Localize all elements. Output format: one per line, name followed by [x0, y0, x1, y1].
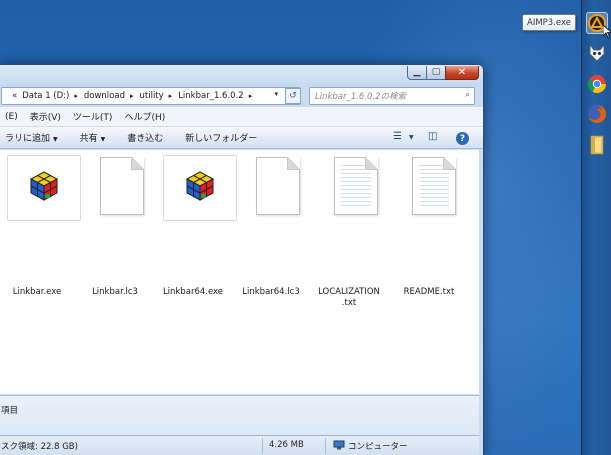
menu-edit[interactable]: (E) [5, 112, 18, 122]
menu-view[interactable]: 表示(V) [30, 110, 61, 123]
view-dropdown-icon[interactable]: ▼ [409, 134, 414, 141]
share-label: 共有 [79, 134, 98, 144]
file-label[interactable]: LOCALIZATION .txt [313, 287, 385, 309]
file-item-linkbar64-lc3[interactable] [241, 155, 315, 265]
file-list[interactable]: Linkbar.exe Linkbar.lc3 Linkbar64.exe Li… [0, 150, 479, 394]
status-size: 4.26 MB [269, 440, 304, 450]
linkbar-item-chrome[interactable] [586, 73, 608, 95]
burn-button[interactable]: 書き込む [127, 131, 163, 144]
search-input[interactable]: Linkbar_1.6.0.2の検索 ⌕ [309, 87, 475, 105]
file-item-linkbar64-exe[interactable] [163, 155, 237, 221]
file-item-readme-txt[interactable] [397, 155, 471, 265]
chevron-right-icon[interactable]: ▸ [249, 92, 253, 100]
text-file-icon [334, 157, 378, 215]
file-label[interactable]: Linkbar64.lc3 [237, 287, 305, 298]
tooltip: AIMP3.exe [522, 14, 576, 31]
file-item-localization-txt[interactable] [319, 155, 393, 265]
rubiks-cube-icon [185, 171, 215, 201]
linkbar-panel [581, 0, 611, 455]
chevron-down-icon: ▼ [53, 136, 58, 143]
file-item-linkbar-exe[interactable] [7, 155, 81, 221]
linkbar-item-firefox[interactable] [586, 103, 608, 125]
tooltip-text: AIMP3.exe [527, 17, 571, 28]
file-label[interactable]: Linkbar64.exe [159, 287, 227, 298]
menu-help[interactable]: ヘルプ(H) [124, 110, 165, 123]
view-options-icon[interactable]: ☰ [393, 131, 402, 142]
refresh-button[interactable]: ↺ [285, 88, 301, 104]
address-overflow-icon[interactable]: « [12, 91, 17, 101]
rubiks-cube-icon [29, 171, 59, 201]
title-bar[interactable]: ▁ ▢ ✕ [0, 65, 483, 87]
maximize-icon: ▢ [431, 67, 441, 77]
command-bar: ラリに追加 ▼ 共有 ▼ 書き込む 新しいフォルダー ☰ ▼ ◫ [0, 127, 483, 149]
firefox-icon [588, 105, 606, 123]
minimize-icon: ▁ [413, 67, 421, 77]
search-placeholder: Linkbar_1.6.0.2の検索 [315, 92, 406, 102]
chrome-icon [587, 75, 606, 94]
include-library-label: ラリに追加 [5, 134, 51, 144]
status-location: コンピューター [348, 442, 408, 452]
preview-pane-icon[interactable]: ◫ [428, 131, 437, 142]
status-bar: スク領域: 22.8 GB) 4.26 MB コンピューター [0, 435, 479, 455]
maximize-button[interactable]: ▢ [426, 66, 446, 80]
close-button[interactable]: ✕ [445, 66, 479, 80]
minimize-button[interactable]: ▁ [407, 66, 427, 80]
linkbar-item-foobar[interactable] [586, 42, 608, 64]
status-divider [262, 438, 263, 454]
blank-file-icon [100, 157, 144, 215]
computer-icon [333, 440, 345, 453]
menu-bar: (E) 表示(V) ツール(T) ヘルプ(H) [0, 107, 483, 127]
text-file-icon [412, 157, 456, 215]
mouse-cursor-icon [603, 25, 611, 38]
share-button[interactable]: 共有 ▼ [80, 131, 106, 144]
breadcrumb-drive[interactable]: Data 1 (D:) [22, 91, 69, 101]
menu-tools[interactable]: ツール(T) [73, 110, 113, 123]
item-count: 項目 [1, 406, 19, 416]
breadcrumb-download[interactable]: download [84, 91, 125, 101]
chevron-right-icon[interactable]: ▸ [130, 92, 134, 100]
details-pane: 項目 [0, 395, 479, 435]
new-folder-button[interactable]: 新しいフォルダー [185, 131, 257, 144]
status-free-space: スク領域: 22.8 GB) [1, 442, 78, 452]
include-library-button[interactable]: ラリに追加 ▼ [5, 131, 58, 144]
file-label[interactable]: README.txt [395, 287, 463, 298]
breadcrumb-linkbar[interactable]: Linkbar_1.6.0.2 [178, 91, 244, 101]
search-icon[interactable]: ⌕ [465, 90, 470, 100]
folder-icon [590, 135, 604, 155]
file-label[interactable]: Linkbar.lc3 [85, 287, 145, 298]
foobar-icon [589, 43, 605, 62]
chevron-down-icon: ▼ [100, 136, 106, 143]
address-bar[interactable]: « Data 1 (D:) ▸ download ▸ utility ▸ Lin… [1, 87, 301, 105]
help-icon[interactable]: ? [456, 132, 469, 145]
chevron-right-icon[interactable]: ▸ [169, 92, 173, 100]
breadcrumb-utility[interactable]: utility [140, 91, 164, 101]
file-label[interactable]: Linkbar.exe [7, 287, 67, 298]
status-divider [325, 438, 326, 454]
chevron-right-icon[interactable]: ▸ [74, 92, 78, 100]
close-icon: ✕ [457, 66, 467, 78]
blank-file-icon [256, 157, 300, 215]
file-item-linkbar-lc3[interactable] [85, 155, 159, 265]
linkbar-item-folder[interactable] [586, 134, 608, 156]
explorer-window[interactable]: ▁ ▢ ✕ « Data 1 (D:) ▸ download ▸ utility… [0, 64, 484, 455]
address-dropdown-icon[interactable]: ▾ [274, 90, 278, 98]
refresh-icon: ↺ [289, 91, 297, 101]
